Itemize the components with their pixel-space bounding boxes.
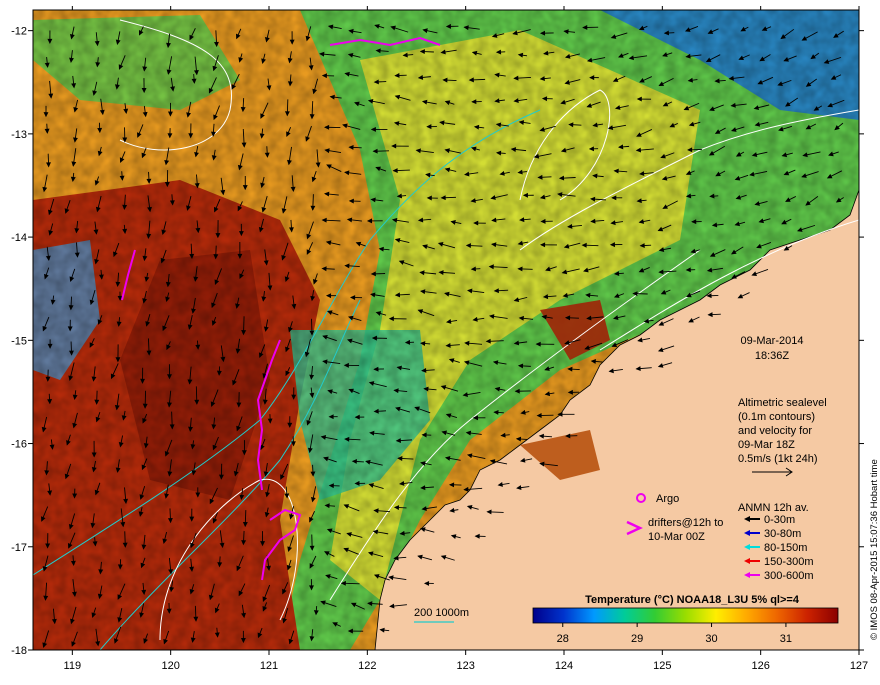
anmn-title: ANMN 12h av. xyxy=(738,502,809,514)
colorbar-tick-label: 31 xyxy=(780,633,792,645)
altimetry-line: and velocity for xyxy=(738,425,812,437)
lon-tick-label: 124 xyxy=(555,660,573,672)
lon-tick-label: 122 xyxy=(358,660,376,672)
lat-tick-label: -14 xyxy=(11,232,27,244)
lat-tick-label: -13 xyxy=(11,129,27,141)
altimetry-line: 09-Mar 18Z xyxy=(738,439,795,451)
latitude-labels: -12 -13 -14 -15 -16 -17 -18 xyxy=(11,26,27,657)
lat-tick-label: -18 xyxy=(11,645,27,657)
map-date: 09-Mar-2014 xyxy=(741,335,804,347)
lon-tick-label: 121 xyxy=(260,660,278,672)
sst-map: 119 120 121 122 123 124 125 126 127 -12 -13 -14 -15… xyxy=(0,0,880,680)
altimetry-line: (0.1m contours) xyxy=(738,411,815,423)
bathymetry-label: 200 1000m xyxy=(414,607,469,619)
colorbar-gradient xyxy=(533,608,838,623)
anmn-legend-label: 30-80m xyxy=(764,528,801,540)
colorbar-title: Temperature (°C) NOAA18_L3U 5% ql>=4 xyxy=(585,594,800,606)
colorbar-tick-label: 30 xyxy=(705,633,717,645)
lon-tick-label: 125 xyxy=(653,660,671,672)
credit-text: © IMOS 08-Apr-2015 15:07:36 Hobart time xyxy=(869,459,880,640)
lon-tick-label: 119 xyxy=(64,660,82,672)
lat-tick-label: -12 xyxy=(11,26,27,38)
lon-tick-label: 123 xyxy=(456,660,474,672)
lat-tick-label: -15 xyxy=(11,335,27,347)
anmn-legend-label: 80-150m xyxy=(764,542,807,554)
altimetry-line: 0.5m/s (1kt 24h) xyxy=(738,453,817,465)
longitude-labels: 119 120 121 122 123 124 125 126 127 xyxy=(64,660,869,672)
lat-tick-label: -16 xyxy=(11,439,27,451)
colorbar-tick-label: 28 xyxy=(557,633,569,645)
lon-tick-label: 126 xyxy=(751,660,769,672)
colorbar-tick-label: 29 xyxy=(631,633,643,645)
drifters-label-line: 10-Mar 00Z xyxy=(648,531,705,543)
map-time: 18:36Z xyxy=(755,350,790,362)
sst-field xyxy=(33,10,859,650)
argo-label: Argo xyxy=(656,493,679,505)
lat-tick-label: -17 xyxy=(11,542,27,554)
anmn-legend-label: 300-600m xyxy=(764,570,814,582)
anmn-legend-label: 150-300m xyxy=(764,556,814,568)
lon-tick-label: 127 xyxy=(850,660,868,672)
lon-tick-label: 120 xyxy=(161,660,179,672)
drifters-label-line: drifters@12h to xyxy=(648,517,723,529)
sst-map-svg: 119 120 121 122 123 124 125 126 127 -12 -13 -14 -15… xyxy=(0,0,880,680)
anmn-legend-label: 0-30m xyxy=(764,514,795,526)
altimetry-line: Altimetric sealevel xyxy=(738,397,827,409)
